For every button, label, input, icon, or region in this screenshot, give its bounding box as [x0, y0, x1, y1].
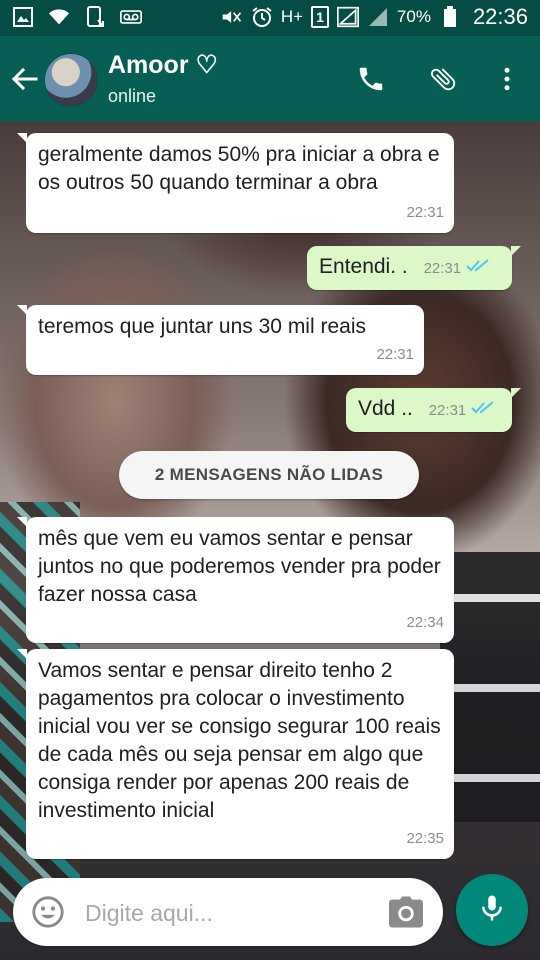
- mute-icon: [221, 6, 243, 28]
- clock: 22:36: [472, 4, 528, 29]
- attachment-icon[interactable]: [426, 62, 460, 96]
- sim-slot: 1: [311, 6, 329, 28]
- read-receipt-icon: [471, 397, 495, 425]
- message-text: mês que vem eu vamos sentar e pensar jun…: [38, 527, 441, 606]
- message-outgoing[interactable]: Vdd .. 22:31: [346, 388, 521, 432]
- message-input[interactable]: [83, 894, 367, 932]
- call-icon[interactable]: [354, 62, 388, 96]
- message-text: Vdd ..: [358, 397, 413, 420]
- message-text: geralmente damos 50% pra iniciar a obra …: [38, 143, 440, 194]
- avatar[interactable]: [44, 53, 98, 107]
- chat-header: Amoor ♡ online: [0, 36, 540, 122]
- wallpaper-shirt: [440, 552, 540, 822]
- message-composer: [13, 878, 443, 946]
- message-time: 22:31: [428, 402, 467, 419]
- camera-icon[interactable]: [387, 895, 425, 929]
- contact-status: online: [108, 86, 157, 106]
- message-meta: 22:31: [429, 397, 496, 425]
- message-time: 22:31: [423, 260, 462, 277]
- emoji-icon[interactable]: [31, 895, 65, 929]
- message-incoming[interactable]: Vamos sentar e pensar direito tenho 2 pa…: [17, 649, 454, 859]
- battery-percent: 70%: [396, 7, 431, 26]
- message-text: teremos que juntar uns 30 mil reais: [38, 315, 366, 338]
- network-type: H+: [280, 7, 304, 26]
- message-time: 22:34: [406, 614, 444, 631]
- read-receipt-icon: [466, 255, 490, 283]
- contact-name[interactable]: Amoor ♡: [108, 50, 218, 80]
- message-time: 22:31: [376, 346, 414, 363]
- status-bar: H+ 1 70% 22:36: [0, 0, 540, 36]
- message-outgoing[interactable]: Entendi. . 22:31: [307, 246, 521, 290]
- alarm-icon: [251, 6, 273, 28]
- more-vert-icon[interactable]: [490, 62, 524, 96]
- message-text: Entendi. .: [319, 255, 408, 278]
- wifi-icon: [48, 6, 70, 28]
- voicemail-icon: [120, 6, 142, 28]
- mic-button[interactable]: [456, 874, 528, 946]
- message-text: Vamos sentar e pensar direito tenho 2 pa…: [38, 659, 441, 822]
- message-incoming[interactable]: geralmente damos 50% pra iniciar a obra …: [17, 133, 454, 233]
- signal-icon: [336, 6, 359, 28]
- message-incoming[interactable]: mês que vem eu vamos sentar e pensar jun…: [17, 517, 454, 643]
- message-time: 22:31: [406, 204, 444, 221]
- unread-messages-banner: 2 MENSAGENS NÃO LIDAS: [119, 451, 419, 499]
- phone-download-icon: [84, 6, 106, 28]
- message-meta: 22:34: [406, 609, 444, 637]
- message-incoming[interactable]: teremos que juntar uns 30 mil reais 22:3…: [17, 305, 424, 375]
- signal-icon-2: [367, 6, 389, 28]
- mic-icon: [477, 891, 507, 930]
- image-icon: [12, 6, 34, 28]
- back-arrow-icon[interactable]: [8, 62, 42, 96]
- message-meta: 22:35: [406, 825, 444, 853]
- message-time: 22:35: [406, 830, 444, 847]
- message-meta: 22:31: [376, 341, 414, 369]
- message-meta: 22:31: [424, 255, 491, 283]
- chat-area[interactable]: geralmente damos 50% pra iniciar a obra …: [0, 122, 540, 960]
- battery-icon: [439, 6, 461, 28]
- message-meta: 22:31: [406, 199, 444, 227]
